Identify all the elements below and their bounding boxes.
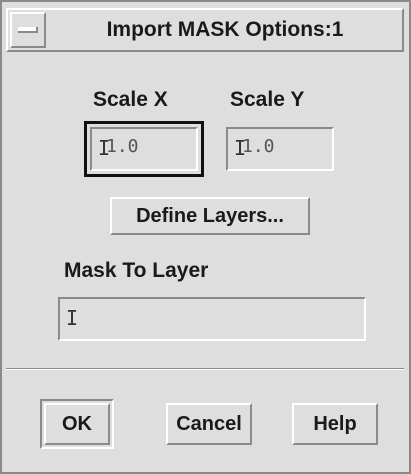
scale-y-field[interactable]: I 1.0: [226, 127, 334, 171]
scale-x-label: Scale X: [93, 88, 168, 111]
help-button[interactable]: Help: [292, 403, 378, 445]
import-mask-options-dialog: Import MASK Options:1 Scale X Scale Y I …: [0, 0, 411, 474]
window-menu-button[interactable]: [10, 12, 46, 48]
title-bar[interactable]: Import MASK Options:1: [6, 8, 404, 52]
text-cursor-icon: I: [234, 136, 247, 160]
dialog-title: Import MASK Options:1: [106, 18, 344, 41]
text-cursor-icon: I: [66, 306, 79, 330]
cancel-button[interactable]: Cancel: [166, 403, 252, 445]
mask-to-layer-label: Mask To Layer: [64, 259, 209, 282]
scale-y-label: Scale Y: [230, 88, 305, 111]
scale-x-value: 1.0: [106, 136, 139, 157]
text-cursor-icon: I: [98, 136, 111, 160]
button-separator: [6, 368, 404, 370]
mask-to-layer-field[interactable]: I: [58, 297, 366, 341]
scale-x-field[interactable]: I 1.0: [90, 127, 198, 171]
window-menu-icon: [18, 27, 38, 33]
scale-y-value: 1.0: [242, 136, 275, 157]
define-layers-button[interactable]: Define Layers...: [110, 197, 310, 235]
ok-button[interactable]: OK: [44, 403, 110, 445]
